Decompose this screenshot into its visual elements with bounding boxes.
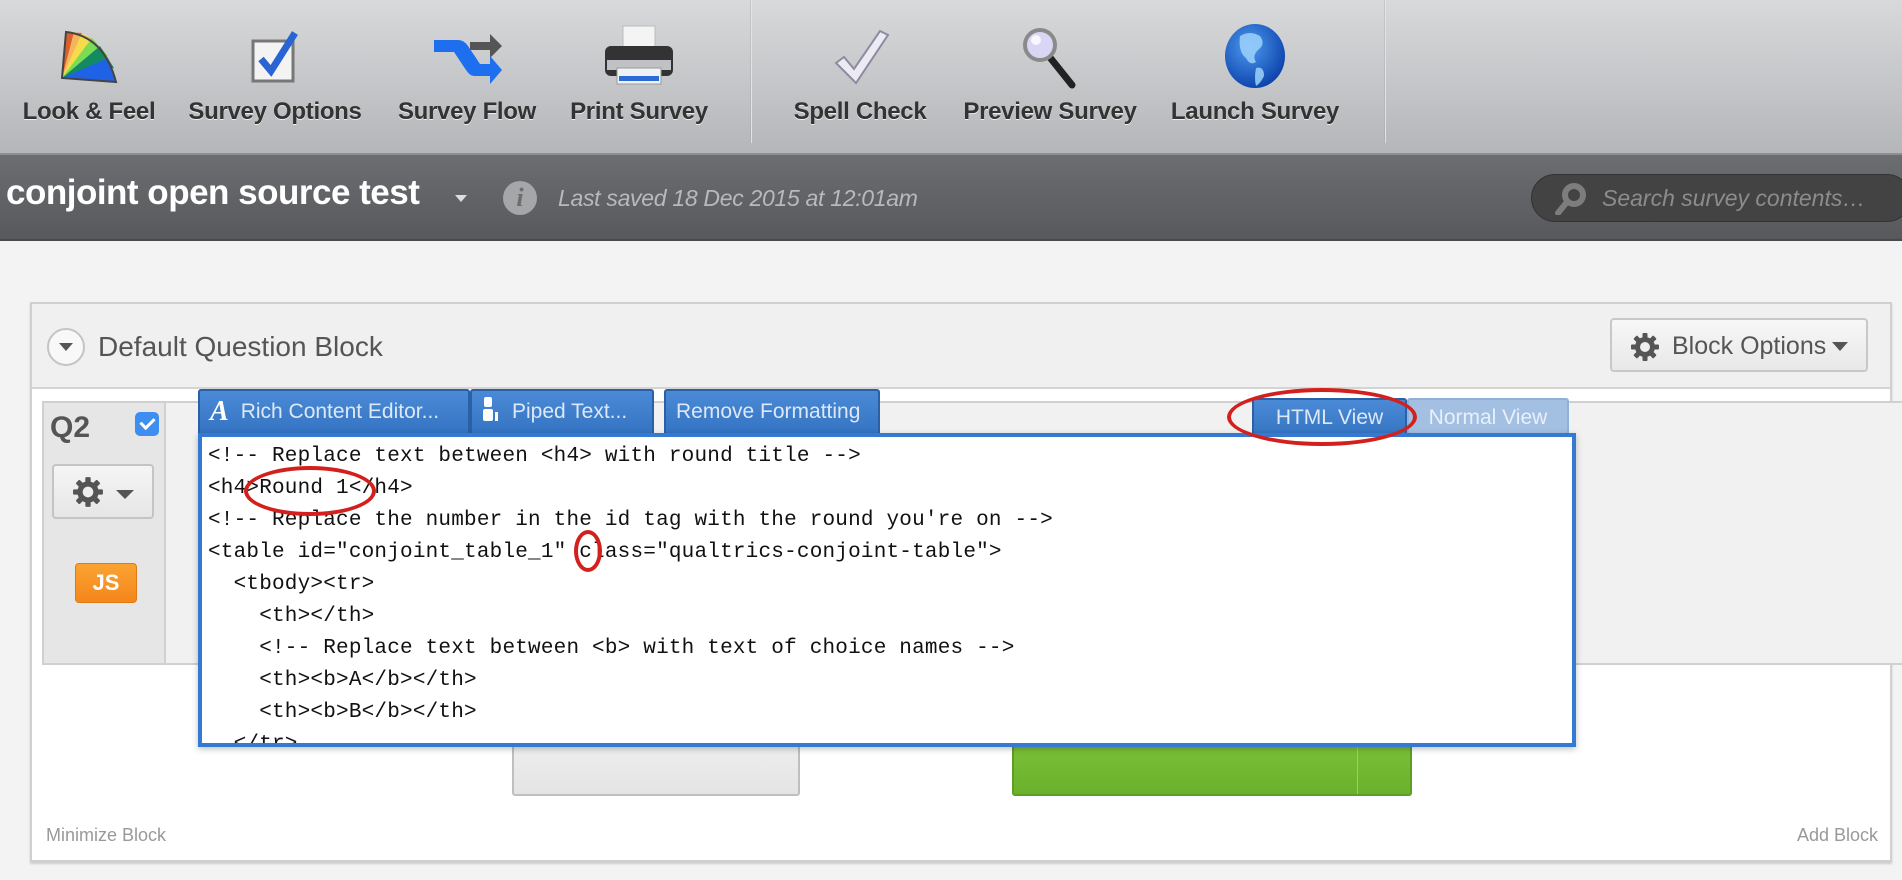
javascript-badge[interactable]: JS [75, 563, 137, 603]
chevron-down-icon [1832, 342, 1848, 351]
print-survey-button[interactable]: Print Survey [566, 18, 712, 138]
rich-content-editor-label: Rich Content Editor... [240, 400, 440, 423]
block-options-button[interactable]: Block Options [1610, 318, 1868, 372]
minimize-block-link[interactable]: Minimize Block [46, 825, 166, 846]
font-a-icon: A [210, 396, 229, 427]
print-survey-label: Print Survey [570, 98, 708, 125]
last-saved-text: Last saved 18 Dec 2015 at 12:01am [558, 185, 918, 211]
search-input[interactable] [1602, 181, 1902, 215]
html-code-editor[interactable]: <!-- Replace text between <h4> with roun… [198, 433, 1576, 747]
question-sidebar: Q2 JS [44, 403, 166, 663]
checkmark-icon [820, 18, 900, 96]
magnifier-icon [1010, 18, 1090, 96]
toolbar-separator [1384, 0, 1386, 143]
block-options-label: Block Options [1672, 332, 1827, 360]
flow-arrows-icon [427, 18, 507, 96]
survey-options-button[interactable]: Survey Options [182, 18, 368, 138]
question-number: Q2 [50, 411, 91, 444]
spell-check-label: Spell Check [793, 98, 927, 125]
block-title[interactable]: Default Question Block [98, 331, 383, 363]
gear-icon [73, 477, 103, 507]
survey-flow-label: Survey Flow [397, 98, 537, 125]
chevron-down-icon [116, 490, 134, 499]
search-icon [1555, 183, 1586, 215]
survey-title-bar: conjoint open source test i Last saved 1… [0, 155, 1902, 241]
toolbar-separator [750, 0, 752, 143]
code-line: <!-- Replace the number in the id tag wi… [208, 509, 1053, 532]
code-line: <!-- Replace text between <b> with text … [208, 637, 1015, 660]
tab-html-view[interactable]: HTML View [1252, 398, 1407, 436]
checkbox-icon [235, 18, 315, 96]
code-line: <th></th> [208, 605, 375, 628]
survey-options-label: Survey Options [188, 98, 362, 125]
launch-survey-button[interactable]: Launch Survey [1168, 18, 1342, 138]
info-icon[interactable]: i [503, 181, 537, 215]
editor-toolbar: A Rich Content Editor... Piped Text... R… [198, 389, 880, 435]
code-line: <h4>Round 1</h4> [208, 477, 413, 500]
piped-text-icon [482, 396, 500, 428]
piped-text-button[interactable]: Piped Text... [470, 389, 654, 435]
color-fan-icon [49, 18, 129, 96]
look-feel-label: Look & Feel [22, 98, 156, 125]
gear-icon [1631, 333, 1659, 361]
code-line: <th><b>A</b></th> [208, 669, 477, 692]
survey-title[interactable]: conjoint open source test [6, 173, 420, 213]
remove-formatting-button[interactable]: Remove Formatting [664, 389, 880, 435]
code-line: <table id="conjoint_table_1" class="qual… [208, 541, 1002, 564]
preview-survey-button[interactable]: Preview Survey [958, 18, 1142, 138]
main-toolbar: Look & Feel Survey Options Survey Flow P… [0, 0, 1902, 155]
add-block-link[interactable]: Add Block [1797, 825, 1878, 846]
piped-text-label: Piped Text... [512, 400, 628, 423]
globe-icon [1215, 18, 1295, 96]
survey-title-dropdown-icon[interactable] [455, 195, 467, 202]
block-header: Default Question Block Block Options [32, 304, 1890, 389]
question-select-checkbox[interactable] [135, 412, 159, 436]
collapse-block-button[interactable] [47, 328, 85, 366]
remove-formatting-label: Remove Formatting [676, 400, 861, 423]
spell-check-button[interactable]: Spell Check [788, 18, 932, 138]
preview-survey-label: Preview Survey [963, 98, 1137, 125]
code-line: <th><b>B</b></th> [208, 701, 477, 724]
look-feel-button[interactable]: Look & Feel [14, 18, 164, 138]
survey-flow-button[interactable]: Survey Flow [393, 18, 541, 138]
search-box[interactable] [1531, 174, 1902, 222]
tab-normal-view[interactable]: Normal View [1407, 398, 1569, 436]
code-line: <!-- Replace text between <h4> with roun… [208, 445, 861, 468]
code-line: </tr> [208, 733, 298, 747]
code-line: <tbody><tr> [208, 573, 375, 596]
question-settings-button[interactable] [52, 464, 154, 519]
printer-icon [599, 18, 679, 96]
view-tabs: HTML View Normal View [1252, 398, 1569, 436]
launch-survey-label: Launch Survey [1170, 98, 1340, 125]
rich-content-editor-button[interactable]: A Rich Content Editor... [198, 389, 470, 435]
